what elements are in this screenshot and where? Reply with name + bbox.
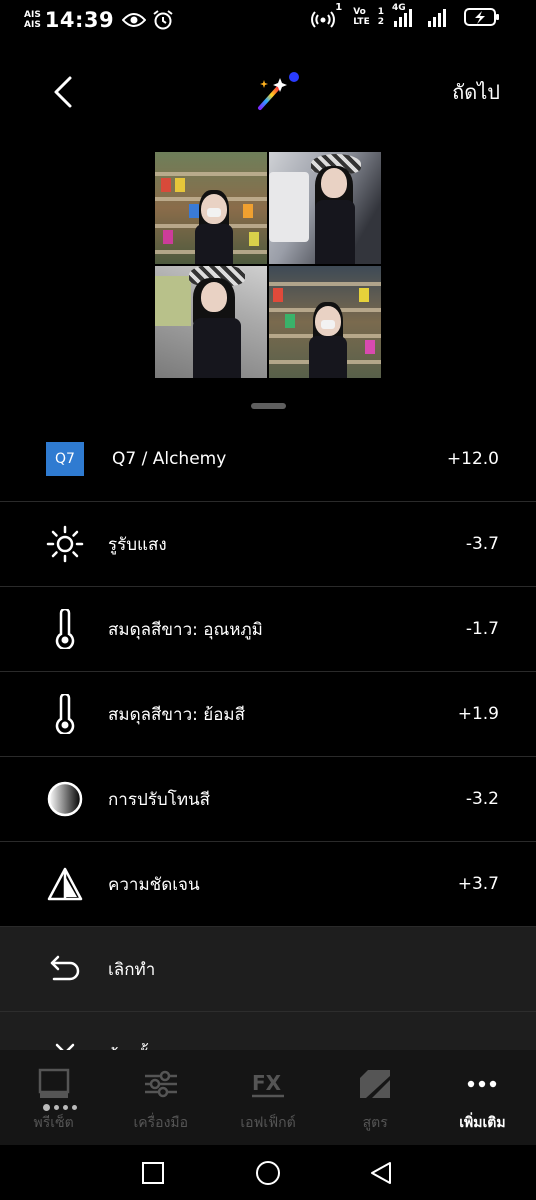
alarm-icon — [152, 9, 174, 31]
adjustment-label: รูรับแสง — [108, 534, 167, 555]
preview-tile-1 — [155, 152, 267, 264]
adjustment-label: ความชัดเจน — [108, 874, 200, 895]
status-right-group: 1 Vo LTE 1 2 4G — [311, 2, 506, 28]
adjustment-value: +3.7 — [457, 874, 499, 894]
recents-button[interactable] — [137, 1157, 169, 1189]
undo-label: เลิกทำ — [108, 959, 156, 980]
volte-bottom: LTE — [353, 17, 370, 27]
nav-tab-presets[interactable]: พรีเซ็ต — [0, 1050, 107, 1145]
nav-tab-effects[interactable]: FX เอฟเฟ็กต์ — [214, 1050, 321, 1145]
signal-icon-2 — [426, 7, 450, 27]
q7-badge: Q7 — [46, 442, 84, 476]
nav-label: เครื่องมือ — [133, 1115, 189, 1131]
recipe-icon — [360, 1070, 391, 1098]
thermometer-icon — [46, 609, 84, 649]
nav-label: เพิ่มเติม — [459, 1115, 506, 1131]
sim-label: 1 2 — [378, 7, 384, 27]
adjustment-label: สมดุลสีขาว: ย้อมสี — [108, 704, 246, 725]
status-bar: AIS AIS 14:39 1 Vo LTE 1 2 4G — [0, 0, 536, 40]
square-icon — [142, 1162, 164, 1184]
hotspot-icon: 1 — [311, 2, 342, 28]
undo-icon — [46, 950, 84, 988]
adjustment-label: การปรับโทนสี — [108, 789, 211, 810]
eye-icon — [122, 12, 147, 28]
top-bar: ถัดไป — [0, 62, 536, 122]
adjustment-row-preset[interactable]: Q7 Q7 / Alchemy +12.0 — [0, 417, 536, 502]
adjustment-value: -1.7 — [465, 619, 499, 639]
network-type-label: 4G — [392, 3, 406, 13]
adjustment-row-exposure[interactable]: รูรับแสง -3.7 — [0, 502, 536, 587]
back-nav-button[interactable] — [365, 1157, 397, 1189]
adjustment-row-temperature[interactable]: สมดุลสีขาว: อุณหภูมิ -1.7 — [0, 587, 536, 672]
thermometer-icon — [46, 694, 84, 734]
battery-charging-icon — [464, 7, 500, 27]
volte-top: Vo — [353, 7, 366, 17]
sim-top: 1 — [377, 7, 384, 17]
svg-text:FX: FX — [252, 1071, 282, 1095]
preset-page-dots — [43, 1104, 77, 1111]
circle-icon — [256, 1161, 280, 1185]
undo-button[interactable]: เลิกทำ — [0, 927, 536, 1012]
home-button[interactable] — [252, 1157, 284, 1189]
carrier-bottom: AIS — [24, 20, 41, 30]
preview-tile-3 — [155, 266, 267, 378]
q7-badge-icon: Q7 — [46, 440, 84, 478]
sim-bottom: 2 — [377, 17, 384, 27]
adjustment-label: สมดุลสีขาว: อุณหภูมิ — [108, 619, 263, 640]
preview-tile-2 — [269, 152, 381, 264]
triangle-back-icon — [371, 1162, 391, 1184]
adjustment-row-tone[interactable]: การปรับโทนสี -3.2 — [0, 757, 536, 842]
nav-tab-tools[interactable]: เครื่องมือ — [107, 1050, 214, 1145]
adjustment-row-tint[interactable]: สมดุลสีขาว: ย้อมสี +1.9 — [0, 672, 536, 757]
presets-icon — [38, 1068, 69, 1098]
adjustment-value: -3.2 — [465, 789, 499, 809]
nav-label: สูตร — [362, 1115, 388, 1131]
adjustment-label: Q7 / Alchemy — [112, 449, 227, 469]
adjustment-list: Q7 Q7 / Alchemy +12.0 รูรับแสง -3.7 สมดุ… — [0, 417, 536, 1072]
system-nav-bar — [0, 1145, 536, 1200]
drag-handle[interactable] — [251, 403, 286, 409]
more-icon — [468, 1080, 497, 1088]
network-type: 4G — [392, 3, 418, 27]
volte-label: Vo LTE — [353, 7, 370, 27]
bottom-nav: พรีเซ็ต เครื่องมือ FX เอฟเฟ็กต์ สูตร เพิ… — [0, 1050, 536, 1145]
photo-preview[interactable] — [155, 152, 381, 378]
magic-wand-icon[interactable] — [252, 70, 304, 114]
tone-icon — [46, 780, 84, 818]
nav-tab-more[interactable]: เพิ่มเติม — [429, 1050, 536, 1145]
back-button[interactable] — [48, 74, 80, 110]
sliders-icon — [144, 1070, 177, 1098]
exposure-icon — [46, 525, 84, 563]
sharpen-icon — [46, 865, 84, 903]
preview-tile-4 — [269, 266, 381, 378]
adjustment-value: +1.9 — [457, 704, 499, 724]
carrier-labels: AIS AIS — [24, 10, 41, 30]
status-time: 14:39 — [44, 8, 115, 32]
next-button[interactable]: ถัดไป — [452, 76, 500, 108]
chevron-left-icon — [54, 76, 72, 108]
adjustment-value: +12.0 — [446, 449, 499, 469]
adjustment-value: -3.7 — [465, 534, 499, 554]
adjustment-row-clarity[interactable]: ความชัดเจน +3.7 — [0, 842, 536, 927]
fx-icon: FX — [252, 1071, 284, 1098]
carrier-top: AIS — [24, 10, 41, 20]
nav-label: พรีเซ็ต — [33, 1115, 74, 1131]
nav-tab-recipes[interactable]: สูตร — [322, 1050, 429, 1145]
hotspot-count: 1 — [335, 2, 343, 13]
nav-label: เอฟเฟ็กต์ — [240, 1115, 296, 1131]
